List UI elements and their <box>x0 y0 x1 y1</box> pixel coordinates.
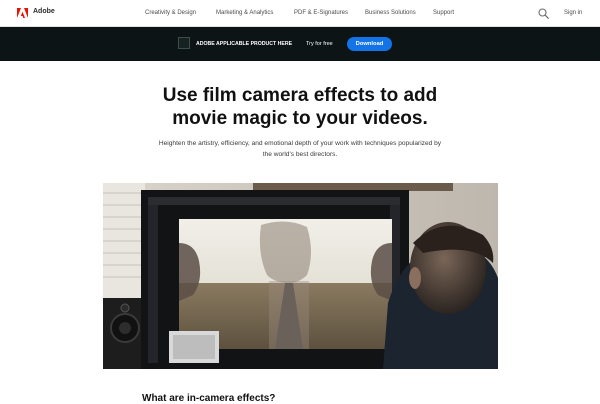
page-title-line-1: Use film camera effects to add <box>162 85 438 106</box>
hero-illustration <box>103 183 498 369</box>
nav-item-business-solutions[interactable]: Business Solutions <box>365 10 416 16</box>
nav-item-pdf-esignatures[interactable]: PDF & E-Signatures <box>294 10 348 16</box>
try-for-free-link[interactable]: Try for free <box>306 41 333 47</box>
monitor <box>141 190 409 369</box>
section-heading: What are in-camera effects? <box>142 393 276 404</box>
page-subtitle-line-1: Heighten the artistry, efficiency, and e… <box>158 140 442 147</box>
page-title-line-2: movie magic to your videos. <box>172 108 428 129</box>
page-subtitle-line-2: the world's best directors. <box>262 151 338 158</box>
top-nav: Adobe Creativity & Design Marketing & An… <box>0 0 600 27</box>
sign-in-link[interactable]: Sign in <box>564 10 582 16</box>
nav-item-support[interactable]: Support <box>433 10 454 16</box>
product-name: ADOBE APPLICABLE PRODUCT HERE <box>196 41 293 47</box>
page-title: Use film camera effects to add movie mag… <box>100 84 500 130</box>
hero-image <box>103 183 498 369</box>
download-button[interactable]: Download <box>347 37 392 51</box>
brand-name[interactable]: Adobe <box>33 8 55 15</box>
product-bar: ADOBE APPLICABLE PRODUCT HERE Try for fr… <box>0 27 600 61</box>
search-icon[interactable] <box>538 8 549 19</box>
window-blinds <box>103 183 145 303</box>
page-subtitle: Heighten the artistry, efficiency, and e… <box>135 138 465 160</box>
nav-item-creativity-design[interactable]: Creativity & Design <box>145 10 196 16</box>
nav-item-marketing-analytics[interactable]: Marketing & Analytics <box>216 10 273 16</box>
adobe-logo-icon[interactable] <box>17 8 28 18</box>
product-icon <box>178 37 190 49</box>
studio-speaker <box>103 298 145 369</box>
